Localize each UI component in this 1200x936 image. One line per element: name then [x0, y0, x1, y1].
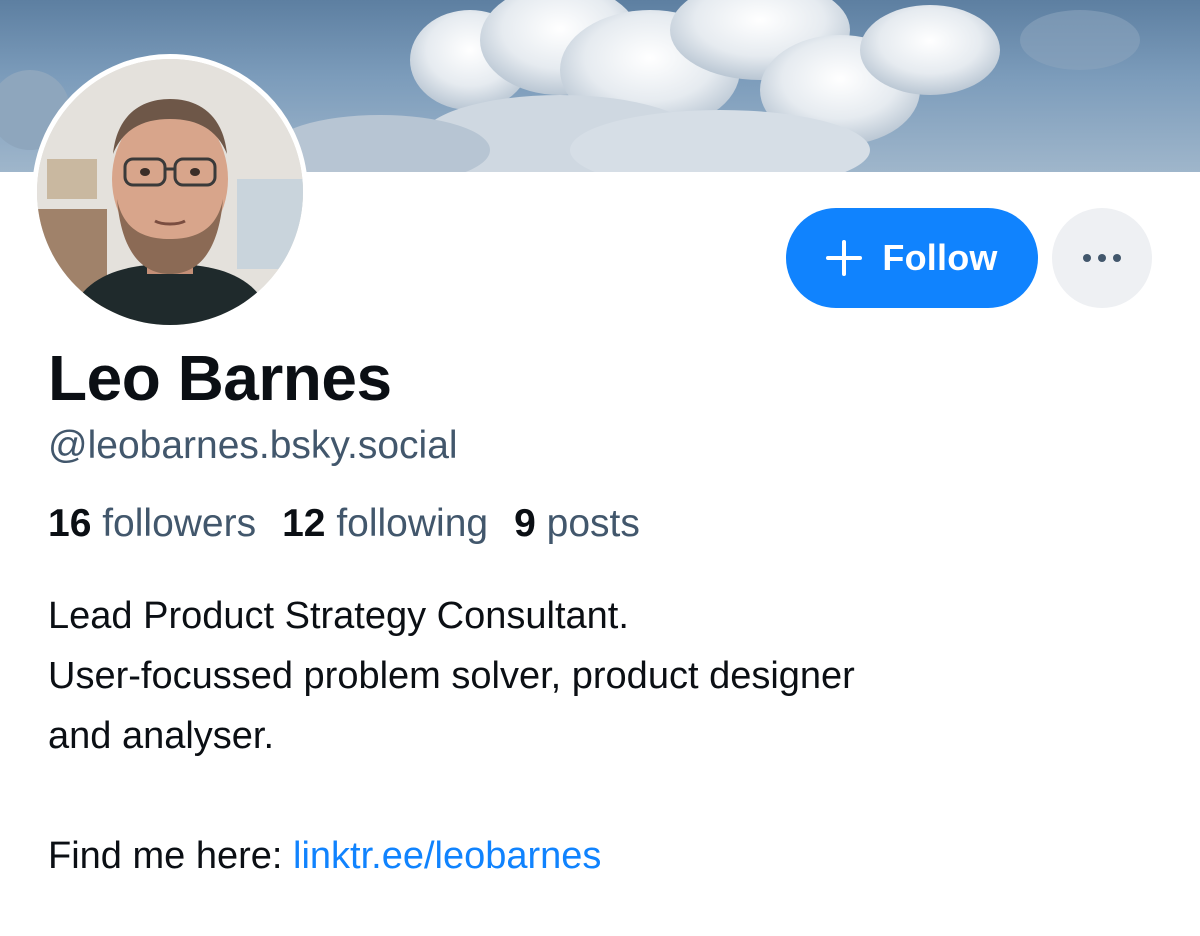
posts-stat: 9 posts: [514, 500, 640, 548]
ellipsis-icon: [1083, 254, 1091, 262]
plus-icon: [826, 240, 863, 276]
display-name: Leo Barnes: [48, 342, 392, 414]
follow-button[interactable]: Follow: [786, 208, 1038, 308]
bio-link[interactable]: linktr.ee/leobarnes: [293, 835, 601, 877]
profile-stats: 16 followers 12 following 9 posts: [48, 500, 640, 548]
ellipsis-icon: [1113, 254, 1121, 262]
followers-count: 16: [48, 502, 103, 545]
follow-button-label: Follow: [882, 237, 998, 278]
posts-label: posts: [546, 502, 640, 545]
bio-spacer: [48, 766, 1168, 826]
following-count: 12: [282, 502, 337, 545]
profile-photo: [37, 59, 303, 325]
followers-stat[interactable]: 16 followers: [48, 500, 256, 548]
user-handle: @leobarnes.bsky.social: [48, 424, 458, 467]
bio-link-prefix: Find me here:: [48, 835, 293, 877]
following-label: following: [336, 502, 489, 545]
avatar[interactable]: [32, 54, 308, 330]
bio-link-line: Find me here: linktr.ee/leobarnes: [48, 826, 1168, 886]
followers-label: followers: [102, 502, 257, 545]
ellipsis-icon: [1098, 254, 1106, 262]
bio-line: and analyser.: [48, 715, 275, 757]
profile-bio: Lead Product Strategy Consultant. User-f…: [48, 586, 1168, 886]
more-options-button[interactable]: [1052, 208, 1152, 308]
bio-line: Lead Product Strategy Consultant.: [48, 595, 629, 637]
following-stat[interactable]: 12 following: [282, 500, 488, 548]
bio-line: User-focussed problem solver, product de…: [48, 655, 855, 697]
posts-count: 9: [514, 502, 547, 545]
